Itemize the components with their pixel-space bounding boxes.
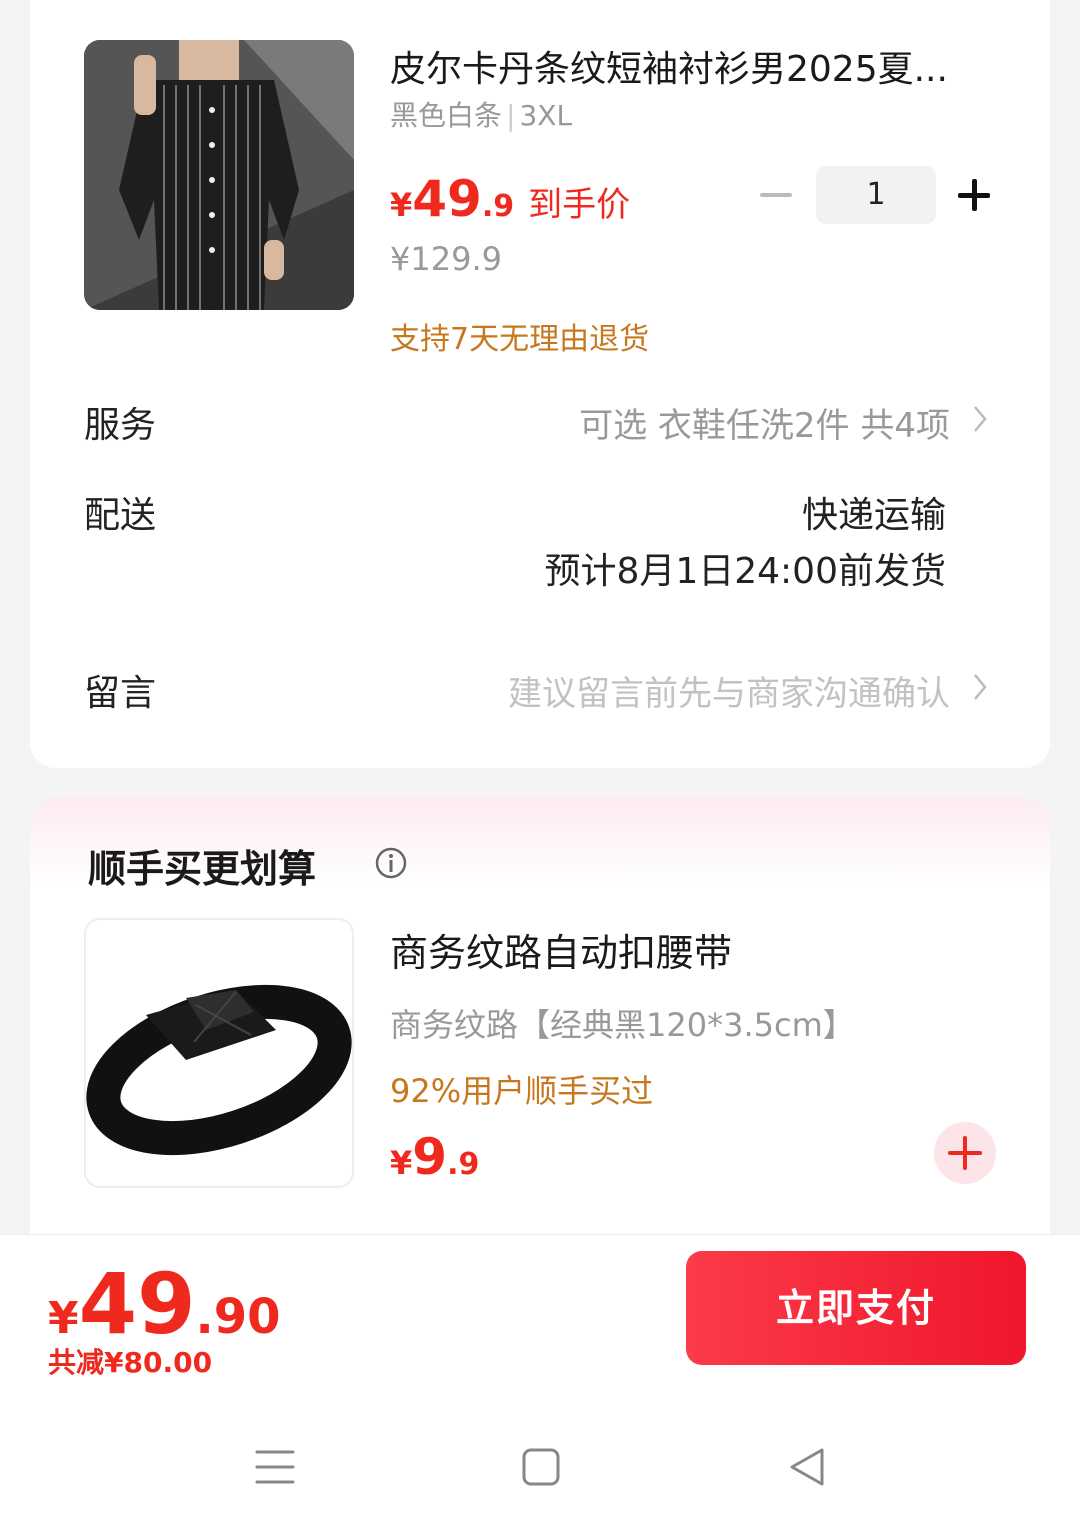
shirt-image [84,40,354,310]
chevron-right-icon[interactable] [972,672,988,702]
addon-heading: 顺手买更划算 [88,847,317,891]
info-icon[interactable] [374,846,408,880]
product-price: ¥49.9 到手价 [390,170,630,228]
saved-amount: 共减¥80.00 [48,1346,213,1379]
back-icon[interactable] [784,1444,830,1490]
price-tag: 到手价 [528,185,631,225]
service-label: 服务 [84,405,157,446]
addon-price: ¥9.9 [390,1128,479,1186]
spec-color: 黑色白条 [390,99,503,132]
delivery-estimate: 预计8月1日24:00前发货 [544,551,946,592]
addon-image[interactable] [84,918,354,1188]
chevron-right-icon[interactable] [972,404,988,434]
addon-spec: 商务纹路【经典黑120*3.5cm】 [390,1006,855,1044]
addon-price-symbol: ¥ [390,1144,413,1182]
addon-price-integer: 9 [412,1128,448,1186]
addon-title[interactable]: 商务纹路自动扣腰带 [390,922,732,977]
delivery-label: 配送 [84,495,157,536]
price-integer: 49 [412,170,482,228]
menu-icon[interactable] [252,1444,298,1490]
quantity-increase-button[interactable] [958,178,992,212]
system-nav-bar [0,1414,1080,1532]
total-integer: 49 [78,1255,196,1353]
original-price: ¥129.9 [390,240,502,278]
message-label: 留言 [84,673,157,714]
product-title[interactable]: 皮尔卡丹条纹短袖衬衫男2025夏... [390,46,990,94]
message-input[interactable]: 建议留言前先与商家沟通确认 [508,666,950,715]
quantity-decrease-button[interactable] [760,178,794,212]
product-image[interactable] [84,40,354,310]
total-symbol: ¥ [48,1293,79,1344]
pay-bar: ¥49.90 共减¥80.00 立即支付 [0,1234,1080,1414]
product-card: 皮尔卡丹条纹短袖衬衫男2025夏... 黑色白条 | 3XL ¥49.9 到手价 ¥1… [30,0,1050,768]
add-addon-button[interactable] [934,1122,996,1184]
price-decimal: .9 [481,189,515,224]
total-price: ¥49.90 [48,1255,281,1353]
quantity-input[interactable]: 1 [816,166,936,224]
return-policy: 支持7天无理由退货 [390,322,650,357]
spec-size: 3XL [519,99,573,132]
service-value[interactable]: 可选 衣鞋任洗2件 共4项 [579,398,950,447]
addon-card: 顺手买更划算 商务纹路自动扣腰带 商务纹路【经典黑120*3.5cm】 92%用… [30,798,1050,1234]
delivery-method: 快递运输 [801,495,946,536]
pay-now-button[interactable]: 立即支付 [686,1251,1026,1365]
total-decimal: .90 [195,1289,281,1345]
belt-image [86,984,352,1156]
price-symbol: ¥ [390,186,413,224]
product-spec: 黑色白条 | 3XL [390,99,573,132]
addon-social-proof: 92%用户顺手买过 [390,1072,654,1110]
addon-price-decimal: .9 [447,1147,480,1182]
home-icon[interactable] [518,1444,564,1490]
